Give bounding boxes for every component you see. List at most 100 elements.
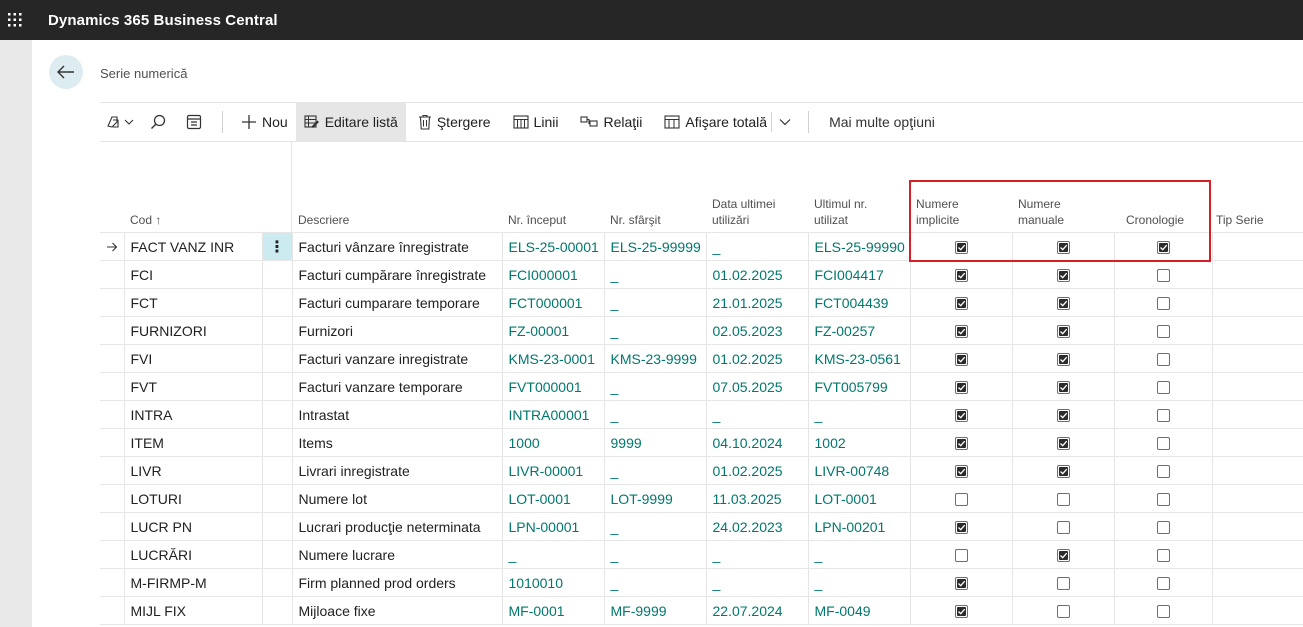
- cell-nr-sfarsit[interactable]: _: [604, 456, 707, 485]
- cell-descriere[interactable]: Intrastat: [292, 400, 503, 429]
- checkbox-manual[interactable]: [1056, 353, 1070, 367]
- cell-ultimul-nr[interactable]: LPN-00201: [808, 512, 911, 541]
- cell-cod[interactable]: MIJL FIX: [124, 596, 263, 625]
- cell-data-ultimei[interactable]: _: [706, 568, 809, 597]
- table-row[interactable]: FCI Facturi cumpărare înregistrate FCI0000…: [100, 260, 1303, 289]
- cell-ultimul-nr[interactable]: LOT-0001: [808, 484, 911, 513]
- cell-data-ultimei[interactable]: 01.02.2025: [706, 260, 809, 289]
- cell-nr-inceput[interactable]: FCI000001: [502, 260, 605, 289]
- cell-cod[interactable]: FVT: [124, 372, 263, 401]
- cell-cod[interactable]: LOTURI: [124, 484, 263, 513]
- cell-descriere[interactable]: Facturi cumpărare înregistrate: [292, 260, 503, 289]
- cell-data-ultimei[interactable]: 02.05.2023: [706, 316, 809, 345]
- cell-tip-serie[interactable]: [1212, 232, 1303, 261]
- checkbox-implicit[interactable]: [954, 409, 968, 423]
- cell-data-ultimei[interactable]: 07.05.2025: [706, 372, 809, 401]
- table-row[interactable]: MIJL FIX Mijloace fixe MF-0001 MF-9999 22.07…: [100, 596, 1303, 625]
- cell-nr-sfarsit[interactable]: _: [604, 288, 707, 317]
- new-button[interactable]: Nou: [233, 103, 296, 141]
- cell-nr-sfarsit[interactable]: _: [604, 400, 707, 429]
- checkbox-implicit[interactable]: [954, 325, 968, 339]
- cell-tip-serie[interactable]: [1212, 428, 1303, 457]
- table-row[interactable]: FVI Facturi vanzare inregistrate KMS-23-00…: [100, 344, 1303, 373]
- checkbox-implicit[interactable]: [954, 241, 968, 255]
- cell-cod[interactable]: LUCRĂRI: [124, 540, 263, 569]
- cell-data-ultimei[interactable]: 01.02.2025: [706, 456, 809, 485]
- back-button[interactable]: [49, 55, 83, 89]
- cell-nr-sfarsit[interactable]: LOT-9999: [604, 484, 707, 513]
- cell-descriere[interactable]: Numere lot: [292, 484, 503, 513]
- cell-cod[interactable]: ITEM: [124, 428, 263, 457]
- cell-data-ultimei[interactable]: _: [706, 400, 809, 429]
- cell-nr-sfarsit[interactable]: _: [604, 512, 707, 541]
- checkbox-cron[interactable]: [1156, 493, 1170, 507]
- checkbox-manual[interactable]: [1056, 437, 1070, 451]
- cell-cod[interactable]: LIVR: [124, 456, 263, 485]
- cell-descriere[interactable]: Lucrari producţie neterminata: [292, 512, 503, 541]
- checkbox-cron[interactable]: [1156, 325, 1170, 339]
- checkbox-cron[interactable]: [1156, 521, 1170, 535]
- cell-ultimul-nr[interactable]: FZ-00257: [808, 316, 911, 345]
- app-launcher-icon[interactable]: [0, 0, 30, 40]
- cell-descriere[interactable]: Facturi vânzare înregistrate: [292, 232, 503, 261]
- cell-ultimul-nr[interactable]: LIVR-00748: [808, 456, 911, 485]
- cell-descriere[interactable]: Facturi cumparare temporare: [292, 288, 503, 317]
- cell-nr-sfarsit[interactable]: MF-9999: [604, 596, 707, 625]
- cell-nr-sfarsit[interactable]: _: [604, 260, 707, 289]
- column-header-nr-sfarsit[interactable]: Nr. sfârşit: [610, 212, 661, 228]
- cell-nr-sfarsit[interactable]: 9999: [604, 428, 707, 457]
- checkbox-cron[interactable]: [1156, 549, 1170, 563]
- cell-tip-serie[interactable]: [1212, 400, 1303, 429]
- checkbox-cron[interactable]: [1156, 577, 1170, 591]
- column-header-nr-inceput[interactable]: Nr. început: [508, 212, 566, 228]
- checkbox-cron[interactable]: [1156, 241, 1170, 255]
- cell-nr-inceput[interactable]: LOT-0001: [502, 484, 605, 513]
- cell-nr-sfarsit[interactable]: _: [604, 540, 707, 569]
- checkbox-implicit[interactable]: [954, 437, 968, 451]
- checkbox-implicit[interactable]: [954, 605, 968, 619]
- checkbox-manual[interactable]: [1056, 493, 1070, 507]
- table-row[interactable]: LIVR Livrari inregistrate LIVR-00001 _ 01.02…: [100, 456, 1303, 485]
- cell-ultimul-nr[interactable]: FVT005799: [808, 372, 911, 401]
- cell-nr-inceput[interactable]: KMS-23-0001: [502, 344, 605, 373]
- cell-nr-inceput[interactable]: 1000: [502, 428, 605, 457]
- checkbox-manual[interactable]: [1056, 297, 1070, 311]
- cell-data-ultimei[interactable]: 24.02.2023: [706, 512, 809, 541]
- table-row[interactable]: LUCR PN Lucrari producţie neterminata LPN-…: [100, 512, 1303, 541]
- cell-nr-inceput[interactable]: _: [502, 540, 605, 569]
- cell-tip-serie[interactable]: [1212, 316, 1303, 345]
- more-options-button[interactable]: Mai multe opţiuni: [821, 103, 943, 141]
- cell-nr-sfarsit[interactable]: _: [604, 316, 707, 345]
- checkbox-cron[interactable]: [1156, 381, 1170, 395]
- cell-data-ultimei[interactable]: 11.03.2025: [706, 484, 809, 513]
- cell-descriere[interactable]: Facturi vanzare inregistrate: [292, 344, 503, 373]
- cell-cod[interactable]: FCT: [124, 288, 263, 317]
- column-header-cod[interactable]: Cod ↑: [130, 212, 161, 228]
- checkbox-implicit[interactable]: [954, 577, 968, 591]
- cell-tip-serie[interactable]: [1212, 540, 1303, 569]
- table-row[interactable]: FVT Facturi vanzare temporare FVT000001 _ 07…: [100, 372, 1303, 401]
- cell-tip-serie[interactable]: [1212, 344, 1303, 373]
- edit-list-button[interactable]: Editare listă: [295, 103, 406, 141]
- checkbox-implicit[interactable]: [954, 297, 968, 311]
- cell-data-ultimei[interactable]: _: [706, 232, 809, 261]
- cell-tip-serie[interactable]: [1212, 372, 1303, 401]
- cell-nr-inceput[interactable]: MF-0001: [502, 596, 605, 625]
- cell-nr-inceput[interactable]: INTRA00001: [502, 400, 605, 429]
- checkbox-implicit[interactable]: [954, 465, 968, 479]
- checkbox-manual[interactable]: [1056, 521, 1070, 535]
- cell-ultimul-nr[interactable]: ELS-25-99990: [808, 232, 911, 261]
- cell-cod[interactable]: FURNIZORI: [124, 316, 263, 345]
- table-row[interactable]: FACT VANZ INR ⋮ Facturi vânzare înregistra…: [100, 232, 1303, 261]
- cell-descriere[interactable]: Furnizori: [292, 316, 503, 345]
- checkbox-cron[interactable]: [1156, 465, 1170, 479]
- checkbox-cron[interactable]: [1156, 409, 1170, 423]
- cell-nr-sfarsit[interactable]: KMS-23-9999: [604, 344, 707, 373]
- cell-descriere[interactable]: Numere lucrare: [292, 540, 503, 569]
- cell-tip-serie[interactable]: [1212, 596, 1303, 625]
- checkbox-manual[interactable]: [1056, 605, 1070, 619]
- cell-cod[interactable]: M-FIRMP-M: [124, 568, 263, 597]
- cell-ultimul-nr[interactable]: FCI004417: [808, 260, 911, 289]
- cell-ultimul-nr[interactable]: _: [808, 540, 911, 569]
- show-all-button[interactable]: Afişare totală: [656, 103, 771, 141]
